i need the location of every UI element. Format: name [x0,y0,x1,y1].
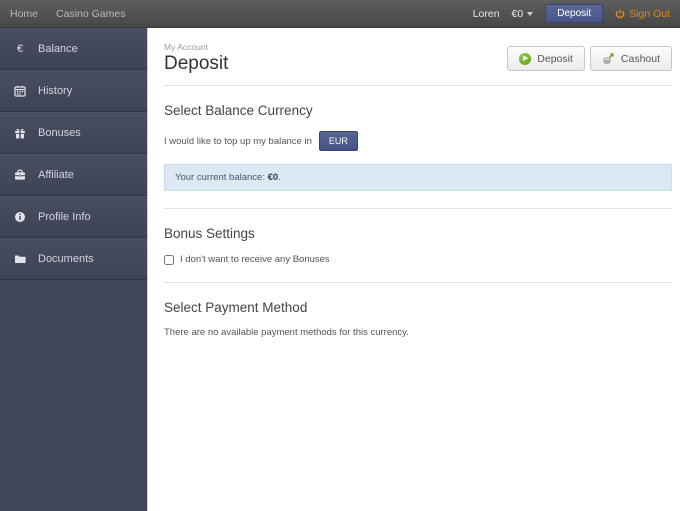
info-icon [13,211,27,223]
cashout-button-label: Cashout [620,52,660,65]
currency-section-heading: Select Balance Currency [164,103,313,118]
top-navigation: Home Casino Games [10,8,125,20]
power-icon [615,9,625,19]
balance-suffix: . [278,172,281,183]
main-header: My Account Deposit ▶ Deposit Cashout [164,28,672,86]
balance-info-box: Your current balance: €0. [164,164,672,191]
coins-icon [602,52,615,65]
deposit-button-label: Deposit [537,52,573,65]
deposit-button[interactable]: ▶ Deposit [507,46,585,71]
bonus-optout-label[interactable]: I don't want to receive any Bonuses [180,254,330,265]
topbar-deposit-button[interactable]: Deposit [545,4,604,23]
cashout-button[interactable]: Cashout [589,46,672,71]
page-title: Deposit [164,53,229,74]
deposit-arrow-icon: ▶ [519,52,532,65]
nav-home[interactable]: Home [10,8,38,20]
sidebar-item-label: Affiliate [38,169,74,181]
bonus-section-heading: Bonus Settings [164,226,255,241]
breadcrumb: My Account [164,42,208,52]
sidebar-item-profile-info[interactable]: Profile Info [0,196,147,238]
sidebar-item-history[interactable]: History [0,70,147,112]
currency-selector-button[interactable]: EUR [318,131,358,151]
balance-value: €0 [267,172,279,183]
topbar-right: Loren €0 Deposit Sign Out [473,4,670,23]
currency-prompt: I would like to top up my balance in [164,135,312,147]
euro-icon: € [16,42,24,55]
sidebar-item-label: History [38,85,73,97]
nav-casino-games[interactable]: Casino Games [56,8,125,20]
section-divider [164,208,672,209]
sidebar-item-bonuses[interactable]: Bonuses [0,112,147,154]
sidebar-item-label: Documents [38,253,94,265]
header-actions: ▶ Deposit Cashout [507,46,672,71]
caret-down-icon [527,11,534,16]
calendar-icon [13,85,27,97]
signout-link[interactable]: Sign Out [615,8,670,20]
sidebar-item-balance[interactable]: € Balance [0,28,147,70]
payment-section-heading: Select Payment Method [164,300,308,315]
section-divider [164,282,672,283]
payment-empty-message: There are no available payment methods f… [164,327,409,338]
bonus-optout-row: I don't want to receive any Bonuses [164,254,672,265]
sidebar-item-label: Balance [38,42,78,55]
title-block: My Account Deposit [164,42,228,75]
sidebar: € Balance History Bonuses Affiliate Prof… [0,28,148,511]
topbar: Home Casino Games Loren €0 Deposit Sign … [0,0,680,28]
main-content: My Account Deposit ▶ Deposit Cashout Sel… [149,28,680,511]
sidebar-item-affiliate[interactable]: Affiliate [0,154,147,196]
balance-dropdown[interactable]: €0 [512,8,534,20]
balance-amount: €0 [511,7,524,20]
folder-icon [13,253,27,265]
user-name[interactable]: Loren [473,8,500,20]
currency-row: I would like to top up my balance in EUR [164,131,672,151]
sidebar-item-documents[interactable]: Documents [0,238,147,280]
signout-label: Sign Out [629,7,670,20]
gift-icon [13,127,27,139]
sidebar-item-label: Profile Info [38,211,91,223]
briefcase-icon [13,169,27,181]
balance-text: Your current balance: [175,172,268,183]
sidebar-item-label: Bonuses [38,127,81,139]
bonus-optout-checkbox[interactable] [164,254,174,265]
